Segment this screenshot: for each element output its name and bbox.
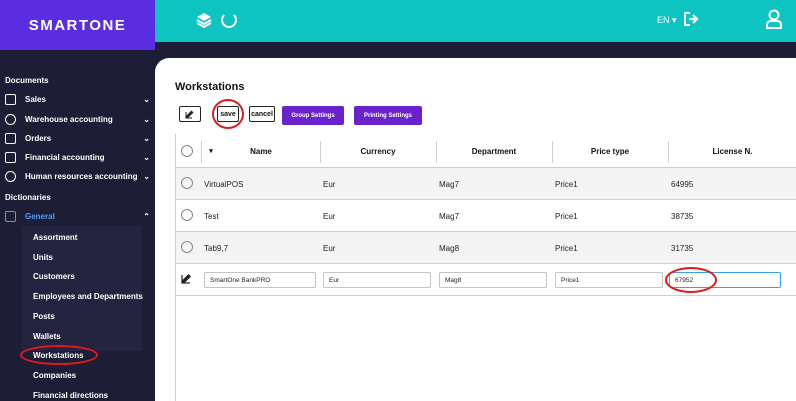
sidebar-item-label: Warehouse accounting (25, 114, 113, 124)
cell-price-type: Price1 (555, 179, 578, 189)
select-all-radio[interactable] (181, 145, 193, 157)
cell-currency: Eur (323, 211, 336, 221)
cell-name: Tab9,7 (204, 243, 229, 253)
sidebar-sub-companies[interactable]: Companies (33, 371, 76, 380)
sidebar-sub-financial-directions[interactable]: Financial directions (33, 391, 108, 400)
edit-icon (181, 274, 191, 284)
table-row[interactable]: VirtualPOS Eur Mag7 Price1 64995 (176, 168, 796, 200)
sidebar-sub-assortment[interactable]: Assortment (33, 233, 77, 242)
workstations-table: ▾ Name Currency Department Price type Li… (175, 134, 796, 401)
sidebar-item-general[interactable]: General ⌃ (5, 207, 150, 225)
sidebar-sub-wallets[interactable]: Wallets (33, 332, 61, 341)
sidebar-item-label: General (25, 211, 55, 221)
user-icon[interactable] (766, 9, 782, 29)
cell-name: VirtualPOS (204, 179, 244, 189)
brand-logo[interactable]: SMARTONE (0, 0, 155, 50)
sidebar-sub-customers[interactable]: Customers (33, 272, 75, 281)
sidebar-sub-units[interactable]: Units (33, 253, 53, 262)
name-field[interactable] (204, 272, 316, 288)
cube-icon (5, 113, 16, 125)
book-icon (5, 210, 16, 222)
sidebar-item-orders[interactable]: Orders ⌄ (5, 129, 150, 147)
sidebar-item-label: Human resources accounting (25, 171, 138, 181)
department-field[interactable] (439, 272, 547, 288)
column-header-name[interactable]: Name (202, 134, 320, 168)
table-row-editing[interactable] (176, 264, 796, 296)
chevron-down-icon: ⌄ (143, 133, 150, 143)
cell-department: Mag7 (439, 179, 460, 189)
page-title: Workstations (175, 81, 245, 93)
cell-price-type: Price1 (555, 211, 578, 221)
chevron-down-icon: ⌄ (143, 171, 150, 181)
refresh-icon[interactable] (221, 12, 237, 28)
highlight-circle (665, 267, 717, 293)
column-header-license[interactable]: License N. (668, 134, 796, 168)
sidebar-item-label: Orders (25, 133, 52, 143)
row-radio[interactable] (181, 241, 193, 253)
chevron-down-icon: ⌄ (143, 152, 150, 162)
sidebar-sub-posts[interactable]: Posts (33, 312, 55, 321)
sidebar-item-human-resources[interactable]: Human resources accounting ⌄ (5, 167, 150, 185)
cell-currency: Eur (323, 179, 336, 189)
cell-license: 38735 (671, 211, 694, 221)
layers-icon[interactable] (196, 12, 212, 28)
chevron-down-icon: ⌄ (143, 114, 150, 124)
column-header-price-type[interactable]: Price type (552, 134, 668, 168)
sidebar-item-label: Sales (25, 94, 46, 104)
chevron-down-icon: ⌄ (143, 94, 150, 104)
row-radio[interactable] (181, 177, 193, 189)
sidebar-section-documents: Documents (5, 76, 49, 85)
sidebar-item-sales[interactable]: Sales ⌄ (5, 90, 150, 108)
main-content: Workstations save cancel Group Settings … (155, 58, 796, 401)
edit-icon (185, 110, 194, 119)
calculator-icon (5, 151, 16, 163)
grid-icon (5, 132, 16, 144)
brand-name: SMARTONE (28, 16, 127, 34)
cell-currency: Eur (323, 243, 336, 253)
sidebar-item-label: Financial accounting (25, 152, 105, 162)
logout-icon[interactable] (684, 12, 700, 26)
row-radio[interactable] (181, 209, 193, 221)
grid-icon (5, 93, 16, 105)
table-row[interactable]: Test Eur Mag7 Price1 38735 (176, 200, 796, 232)
currency-field[interactable] (323, 272, 431, 288)
sidebar-section-dictionaries: Dictionaries (5, 193, 51, 202)
cancel-button[interactable]: cancel (249, 106, 275, 122)
highlight-circle (20, 345, 98, 365)
printing-settings-button[interactable]: Printing Settings (354, 106, 422, 125)
sidebar-item-warehouse-accounting[interactable]: Warehouse accounting ⌄ (5, 110, 150, 128)
sidebar-sub-employees[interactable]: Employees and Departments (33, 292, 143, 301)
top-bar: EN ▾ (155, 0, 796, 42)
cell-department: Mag7 (439, 211, 460, 221)
table-row[interactable]: Tab9,7 Eur Mag8 Price1 31735 (176, 232, 796, 264)
cell-name: Test (204, 211, 219, 221)
column-header-department[interactable]: Department (436, 134, 552, 168)
cell-license: 64995 (671, 179, 694, 189)
highlight-circle (212, 99, 244, 129)
people-icon (5, 170, 16, 182)
language-selector[interactable]: EN ▾ (657, 15, 677, 26)
price-type-field[interactable] (555, 272, 663, 288)
group-settings-button[interactable]: Group Settings (282, 106, 344, 125)
chevron-up-icon: ⌃ (143, 211, 150, 221)
cell-department: Mag8 (439, 243, 460, 253)
edit-button[interactable] (179, 106, 201, 122)
column-header-currency[interactable]: Currency (320, 134, 436, 168)
sidebar-item-financial-accounting[interactable]: Financial accounting ⌄ (5, 148, 150, 166)
table-header: ▾ Name Currency Department Price type Li… (176, 134, 796, 168)
cell-price-type: Price1 (555, 243, 578, 253)
cell-license: 31735 (671, 243, 694, 253)
